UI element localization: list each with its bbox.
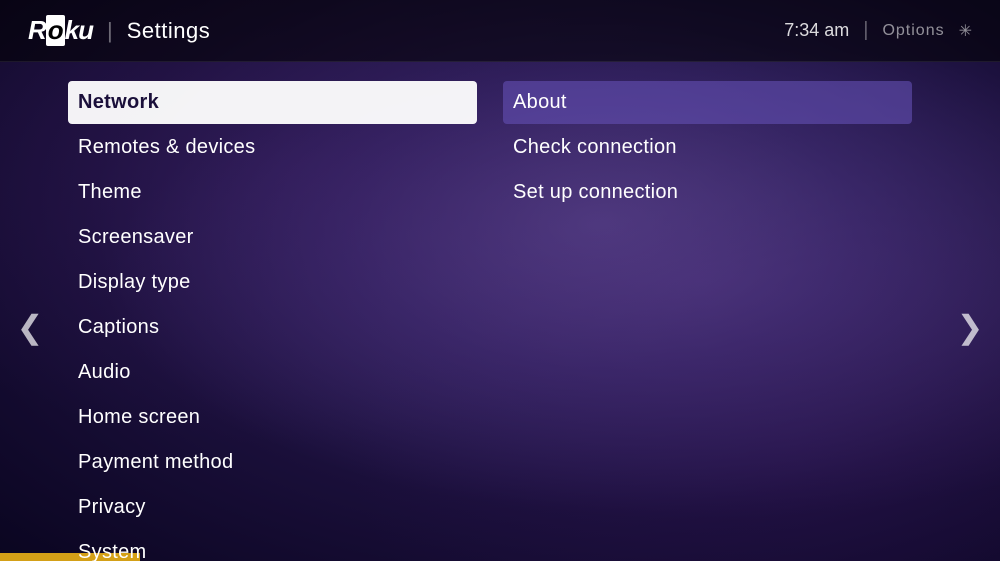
menu-item-remotes[interactable]: Remotes & devices (68, 126, 477, 169)
menu-item-network[interactable]: Network (68, 81, 477, 124)
header-left: Roku | Settings (28, 15, 210, 46)
menu-item-theme[interactable]: Theme (68, 171, 477, 214)
menu-item-audio[interactable]: Audio (68, 351, 477, 394)
header-right: 7:34 am | Options ✳ (784, 19, 972, 42)
left-menu-panel: Network Remotes & devices Theme Screensa… (60, 62, 485, 561)
menu-item-captions[interactable]: Captions (68, 306, 477, 349)
tv-frame: Roku | Settings 7:34 am | Options ✳ ❮ Ne… (0, 0, 1000, 561)
options-label[interactable]: Options (882, 22, 944, 40)
submenu-item-about[interactable]: About (503, 81, 912, 124)
right-menu-panel: About Check connection Set up connection (485, 62, 940, 561)
menu-item-home-screen[interactable]: Home screen (68, 396, 477, 439)
nav-arrow-right[interactable]: ❯ (940, 62, 1000, 561)
options-icon[interactable]: ✳ (959, 21, 972, 41)
header-logo-divider: | (107, 18, 113, 44)
nav-arrow-left[interactable]: ❮ (0, 62, 60, 561)
header: Roku | Settings 7:34 am | Options ✳ (0, 0, 1000, 62)
header-right-divider: | (863, 19, 868, 42)
menu-item-payment[interactable]: Payment method (68, 441, 477, 484)
submenu-item-setup-connection[interactable]: Set up connection (503, 171, 912, 214)
roku-logo: Roku (28, 15, 93, 46)
clock-display: 7:34 am (784, 20, 849, 41)
submenu-item-check-connection[interactable]: Check connection (503, 126, 912, 169)
main-content: ❮ Network Remotes & devices Theme Screen… (0, 62, 1000, 561)
menu-item-screensaver[interactable]: Screensaver (68, 216, 477, 259)
menu-item-privacy[interactable]: Privacy (68, 486, 477, 529)
menu-item-display-type[interactable]: Display type (68, 261, 477, 304)
menu-item-system[interactable]: System (68, 531, 477, 561)
page-title: Settings (127, 18, 211, 44)
